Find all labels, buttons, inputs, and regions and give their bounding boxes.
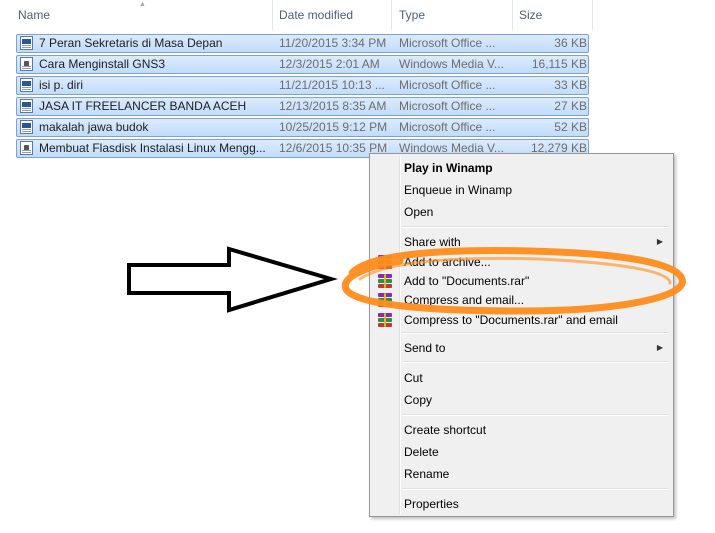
menu-item-label: Create shortcut xyxy=(404,423,487,437)
file-date: 11/21/2015 10:13 ... xyxy=(279,78,385,92)
file-name: Cara Menginstall GNS3 xyxy=(39,57,166,71)
menu-item-label: Enqueue in Winamp xyxy=(404,183,513,197)
context-menu: Play in Winamp Enqueue in Winamp Open Sh… xyxy=(369,153,674,517)
file-date: 10/25/2015 9:12 PM xyxy=(279,120,388,134)
menu-item-copy[interactable]: Copy xyxy=(372,390,671,410)
winrar-icon xyxy=(378,293,392,307)
word-document-icon xyxy=(20,78,33,92)
menu-item-label: Play in Winamp xyxy=(404,161,493,175)
menu-item-delete[interactable]: Delete xyxy=(372,442,671,462)
menu-item-enqueue-in-winamp[interactable]: Enqueue in Winamp xyxy=(372,180,671,200)
file-type: Windows Media V... xyxy=(399,57,504,71)
menu-item-label: Share with xyxy=(404,235,461,249)
file-name: isi p. diri xyxy=(39,78,84,92)
submenu-arrow-icon: ▶ xyxy=(656,237,663,246)
menu-item-label: Copy xyxy=(404,393,433,407)
menu-item-add-to-documents-rar[interactable]: Add to "Documents.rar" xyxy=(372,271,671,291)
menu-separator xyxy=(402,226,668,228)
menu-item-label: Add to "Documents.rar" xyxy=(404,274,530,288)
column-date-modified[interactable]: Date modified xyxy=(273,0,391,30)
menu-item-play-in-winamp[interactable]: Play in Winamp xyxy=(372,158,671,178)
file-name: 7 Peran Sekretaris di Masa Depan xyxy=(39,36,223,50)
menu-item-label: Rename xyxy=(404,467,450,481)
menu-item-label: Delete xyxy=(404,445,439,459)
file-date: 12/13/2015 8:35 AM xyxy=(279,99,387,113)
sort-ascending-icon: ▲ xyxy=(139,1,146,8)
file-size: 27 KB xyxy=(554,99,587,113)
menu-item-label: Open xyxy=(404,205,434,219)
menu-item-label: Compress and email... xyxy=(404,293,525,307)
file-type: Microsoft Office ... xyxy=(399,99,496,113)
file-row[interactable]: 7 Peran Sekretaris di Masa Depan 11/20/2… xyxy=(16,34,589,53)
menu-item-cut[interactable]: Cut xyxy=(372,368,671,388)
word-document-icon xyxy=(20,36,33,50)
menu-item-share-with[interactable]: Share with ▶ xyxy=(372,232,671,252)
file-name: Membuat Flasdisk Instalasi Linux Mengg..… xyxy=(39,141,266,155)
file-row[interactable]: isi p. diri 11/21/2015 10:13 ... Microso… xyxy=(16,76,589,95)
menu-item-label: Compress to "Documents.rar" and email xyxy=(404,313,618,327)
media-file-icon xyxy=(20,141,33,155)
file-size: 36 KB xyxy=(554,36,587,50)
column-type[interactable]: Type xyxy=(393,0,511,30)
menu-separator xyxy=(402,414,668,416)
menu-item-label: Cut xyxy=(404,371,423,385)
menu-item-properties[interactable]: Properties xyxy=(372,494,671,514)
menu-item-rename[interactable]: Rename xyxy=(372,464,671,484)
winrar-icon xyxy=(378,274,392,288)
menu-separator xyxy=(402,332,668,334)
word-document-icon xyxy=(20,120,33,134)
file-date: 12/3/2015 2:01 AM xyxy=(279,57,380,71)
menu-item-compress-and-email[interactable]: Compress and email... xyxy=(372,290,671,310)
menu-item-add-to-archive[interactable]: Add to archive... xyxy=(372,252,671,272)
menu-item-open[interactable]: Open xyxy=(372,202,671,222)
file-date: 11/20/2015 3:34 PM xyxy=(279,36,387,50)
media-file-icon xyxy=(20,57,33,71)
column-divider[interactable] xyxy=(391,0,392,30)
menu-item-create-shortcut[interactable]: Create shortcut xyxy=(372,420,671,440)
menu-item-send-to[interactable]: Send to ▶ xyxy=(372,338,671,358)
column-header: Name ▲ Date modified Type Size xyxy=(0,0,715,30)
winrar-icon xyxy=(378,255,392,269)
file-name: makalah jawa budok xyxy=(39,120,149,134)
file-row[interactable]: makalah jawa budok 10/25/2015 9:12 PM Mi… xyxy=(16,118,589,137)
menu-item-compress-to-documents-rar-and-email[interactable]: Compress to "Documents.rar" and email xyxy=(372,310,671,330)
menu-separator xyxy=(402,361,668,363)
winrar-icon xyxy=(378,313,392,327)
pointer-arrow-icon xyxy=(127,246,338,313)
menu-item-label: Send to xyxy=(404,341,446,355)
file-size: 16,115 KB xyxy=(531,57,587,71)
file-list: 7 Peran Sekretaris di Masa Depan 11/20/2… xyxy=(16,34,589,160)
file-type: Microsoft Office ... xyxy=(399,36,496,50)
file-size: 52 KB xyxy=(554,120,587,134)
menu-item-label: Add to archive... xyxy=(404,255,491,269)
column-size[interactable]: Size xyxy=(513,0,591,30)
file-row[interactable]: Cara Menginstall GNS3 12/3/2015 2:01 AM … xyxy=(16,55,589,74)
file-type: Microsoft Office ... xyxy=(399,120,496,134)
file-name: JASA IT FREELANCER BANDA ACEH xyxy=(39,99,247,113)
menu-item-label: Properties xyxy=(404,497,459,511)
submenu-arrow-icon: ▶ xyxy=(656,343,663,352)
word-document-icon xyxy=(20,99,33,113)
menu-separator xyxy=(402,488,668,490)
file-type: Microsoft Office ... xyxy=(399,78,496,92)
file-size: 33 KB xyxy=(554,78,587,92)
column-divider[interactable] xyxy=(592,0,593,30)
file-row[interactable]: JASA IT FREELANCER BANDA ACEH 12/13/2015… xyxy=(16,97,589,116)
